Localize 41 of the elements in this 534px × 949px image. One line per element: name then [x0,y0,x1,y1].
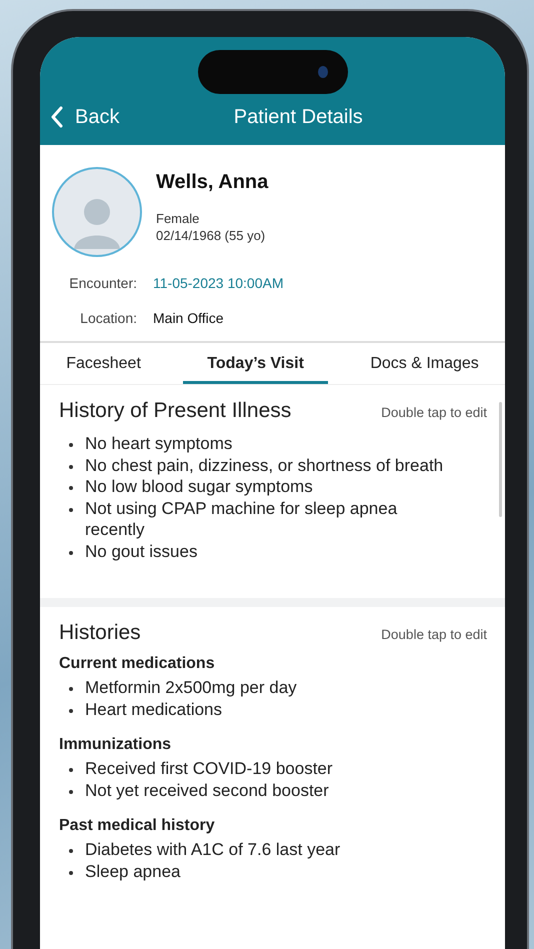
list-item: Metformin 2x500mg per day [85,677,297,698]
bullet-icon [69,708,73,712]
field-label: Encounter: [68,275,137,291]
list-item: Not yet received second booster [85,780,329,801]
screen-title: Patient Details [234,106,363,128]
back-button[interactable]: Back [40,106,120,128]
chevron-left-icon [50,106,63,128]
group-heading: Past medical history [59,817,216,835]
bullet-icon [69,486,73,490]
bullet-icon [69,550,73,554]
list-item: Received first COVID-19 booster [85,758,333,780]
bullet-icon [69,443,73,447]
bullet-icon [69,508,73,512]
bullet-icon [69,870,73,874]
tab[interactable]: Docs & Images [360,343,489,384]
section-title: History of Present Illness [59,399,292,423]
list-item: Heart medications [85,698,222,720]
edit-hint: Double tap to edit [381,405,487,420]
list-item: Not using CPAP machine for sleep apnea recently [85,498,398,540]
bullet-icon [69,768,73,772]
list-item: Sleep apnea [85,860,180,882]
bullet-icon [69,464,73,468]
list-item: No heart symptoms [85,433,232,454]
field-value[interactable]: 11-05-2023 10:00AM [153,275,284,291]
section-title: Histories [59,621,141,645]
edit-hint: Double tap to edit [381,627,487,642]
patient-name: Wells, Anna [156,171,268,194]
bullet-icon [69,790,73,794]
list-item: No gout issues [85,540,198,562]
patient-birthdate: 02/14/1968 (55 yo) [156,227,266,244]
bullet-icon [69,849,73,853]
group-heading: Current medications [59,655,216,673]
tab[interactable]: Facesheet [56,343,151,384]
list-item: Diabetes with A1C of 7.6 last year [85,839,340,860]
list-item: No chest pain, dizziness, or shortness of breath [85,454,444,476]
group-heading: Immunizations [59,736,172,754]
list-item: No low blood sugar symptoms [85,476,313,498]
field-label: Location: [79,310,137,326]
field-value: Main Office [153,310,224,326]
bullet-icon [69,687,73,691]
patient-sex: Female [156,210,200,227]
